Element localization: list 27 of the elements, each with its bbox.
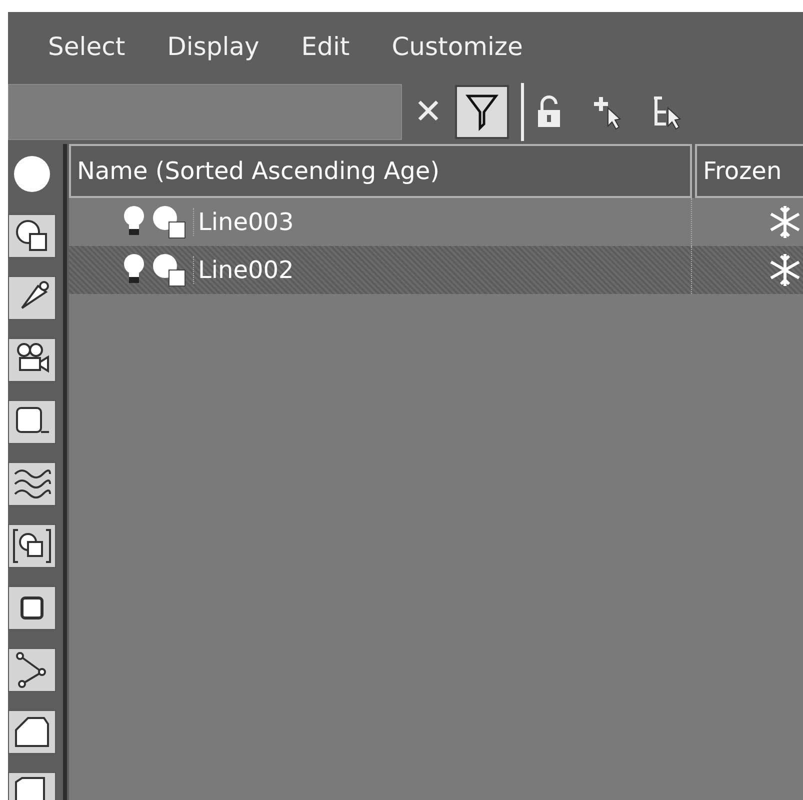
menu-item[interactable]: Select (44, 32, 144, 60)
filter-button[interactable] (8, 710, 56, 754)
shape-object-icon (151, 252, 187, 288)
object-name: Line003 (193, 208, 294, 236)
snowflake-icon[interactable] (769, 205, 801, 239)
filter-button[interactable] (8, 276, 56, 320)
filter-button[interactable] (8, 524, 56, 568)
menu-item[interactable]: Edit (297, 32, 368, 60)
clear-button[interactable]: ✕ (410, 92, 446, 132)
filter-button[interactable] (8, 462, 56, 506)
lock-icon[interactable] (536, 95, 562, 129)
filter-button[interactable] (8, 586, 56, 630)
filter-toggle-button[interactable] (454, 85, 508, 139)
snowflake-icon[interactable] (769, 253, 801, 287)
shape-object-icon (151, 204, 187, 240)
filter-button[interactable] (8, 648, 56, 692)
column-header[interactable]: Name (Sorted Ascending Age) (69, 144, 692, 198)
column-header[interactable]: Frozen (695, 144, 803, 198)
menu-item[interactable]: Customize (388, 32, 541, 60)
group-icon (12, 526, 52, 566)
tree-row[interactable]: Line002 (69, 246, 803, 294)
search-field[interactable] (8, 84, 402, 140)
menu-item[interactable]: Display (163, 32, 278, 60)
filter-button[interactable] (8, 400, 56, 444)
filter-button[interactable] (8, 214, 56, 258)
filter-button[interactable] (8, 338, 56, 382)
object-name: Line002 (193, 256, 294, 284)
